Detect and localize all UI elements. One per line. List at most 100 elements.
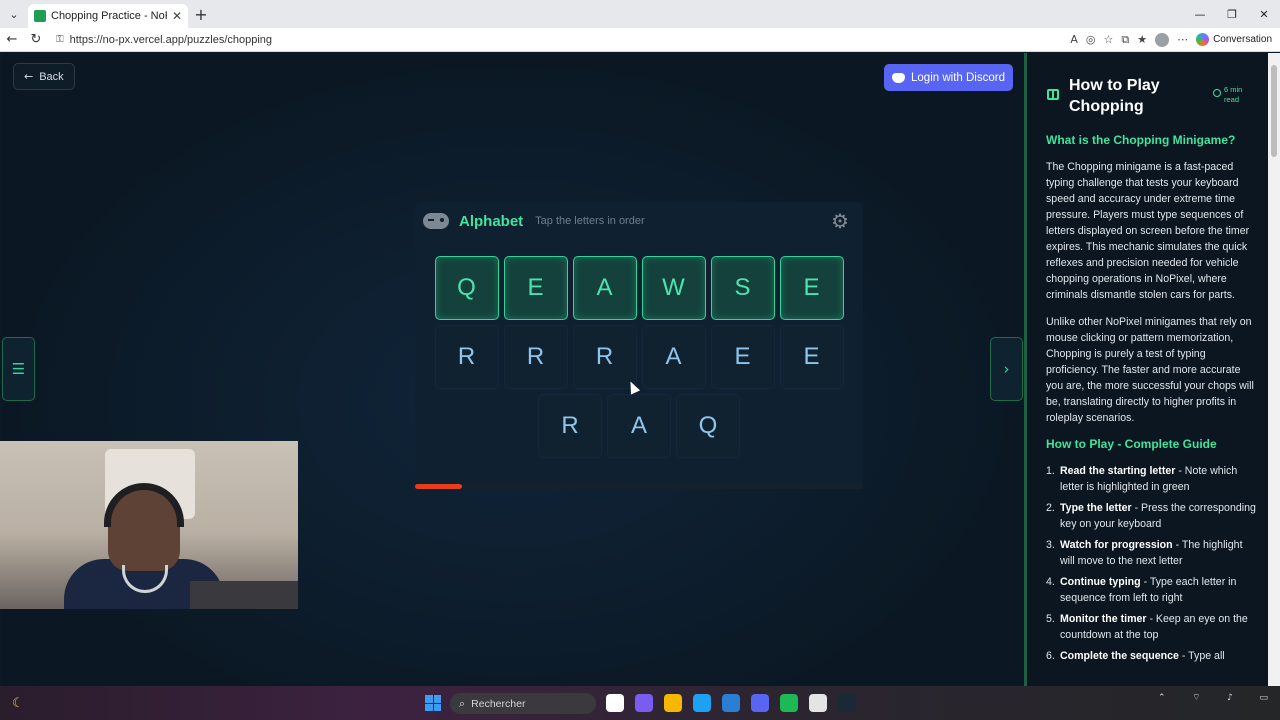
webcam-overlay [0,441,298,609]
letter-key[interactable]: E [779,325,844,389]
game-header: Alphabet Tap the letters in order ⚙ [423,210,855,232]
step-item: 2. Type the letter - Press the correspond… [1046,500,1258,532]
taskbar-app-icon[interactable] [664,694,682,712]
step-text: Type the letter - Press the correspondin… [1060,500,1258,532]
url-text: https://no-px.vercel.app/puzzles/choppin… [69,33,273,46]
extensions-icon[interactable]: ⧉ [1121,33,1129,47]
game-title: Alphabet [459,212,524,230]
battery-icon[interactable]: ▭ [1259,693,1268,703]
close-window-icon[interactable]: ✕ [1248,0,1280,28]
sidebar-content: What is the Chopping Minigame? The Chopp… [1046,133,1258,669]
letter-key[interactable]: Q [434,256,499,320]
step-title: Read the starting letter [1060,465,1176,477]
letter-key[interactable]: E [710,325,775,389]
windows-logo-icon [433,695,441,703]
close-tab-icon[interactable]: ✕ [172,9,182,23]
taskbar-app-icon[interactable] [751,694,769,712]
book-icon [1047,89,1059,100]
profile-avatar[interactable] [1155,32,1170,47]
step-description: - Type all [1178,650,1225,662]
favorites-list-icon[interactable]: ★ [1137,33,1147,46]
timer-bar-fill [415,484,463,489]
minimize-icon[interactable]: — [1184,0,1216,28]
step-number: 4. [1046,576,1055,588]
letter-row: RRRAEE [415,325,863,389]
section-heading: How to Play - Complete Guide [1046,437,1217,451]
step-item: 6. Complete the sequence - Type all [1046,648,1258,664]
taskbar-app-icon[interactable] [635,694,653,712]
back-nav-icon[interactable]: ← [0,32,24,47]
step-item: 5. Monitor the timer - Keep an eye on the… [1046,611,1258,643]
windows-taskbar: ☾ ⌕ Rechercher ⌃ ⌔ ♪ ▭ [0,686,1280,720]
sidebar-header: How to Play Chopping 6 min read [1047,75,1263,119]
discord-label: Login with Discord [911,71,1005,84]
letter-key[interactable]: R [503,325,568,389]
game-subtitle: Tap the letters in order [535,215,645,227]
start-button[interactable] [425,695,441,711]
open-menu-button[interactable]: ☰ [2,337,35,401]
windows-logo-icon [425,695,433,703]
more-options-icon[interactable]: ⋯ [1177,33,1188,46]
letter-key[interactable]: Q [676,394,740,458]
moon-icon: ☾ [12,695,24,711]
scrollbar-thumb[interactable] [1271,65,1277,157]
taskbar-app-icon[interactable] [809,694,827,712]
windows-logo-icon [433,703,441,711]
tab-actions-menu[interactable]: ⌄ [0,0,28,28]
letter-key[interactable]: S [710,256,775,320]
restore-icon[interactable]: ❐ [1216,0,1248,28]
pinned-apps [606,694,856,712]
letter-key[interactable]: E [503,256,568,320]
url-field[interactable]: ⚿ https://no-px.vercel.app/puzzles/chopp… [56,34,1070,46]
refresh-icon[interactable]: ↻ [24,32,48,47]
login-discord-button[interactable]: Login with Discord [884,64,1013,91]
letter-key[interactable]: E [779,256,844,320]
paragraph: Unlike other NoPixel minigames that rely… [1046,316,1254,424]
weather-widget[interactable]: ☾ [0,696,90,711]
back-button[interactable]: ← Back [13,63,75,90]
letter-key[interactable]: R [538,394,602,458]
taskbar-app-icon[interactable] [606,694,624,712]
gamepad-icon [423,213,449,229]
network-icon[interactable]: ⌔ [1192,692,1200,703]
timer-bar [415,484,863,489]
taskbar-search[interactable]: ⌕ Rechercher [450,693,596,714]
search-icon: ⌕ [459,696,466,710]
next-panel-button[interactable]: › [990,337,1023,401]
letter-key[interactable]: A [572,256,637,320]
taskbar-app-icon[interactable] [838,694,856,712]
windows-logo-icon [425,703,433,711]
arrow-left-icon: ← [24,70,34,83]
letter-key[interactable]: R [434,325,499,389]
step-title: Complete the sequence [1060,650,1179,662]
reader-icon[interactable]: ◎ [1086,33,1096,46]
webcam-desk [190,581,298,609]
step-text: Read the starting letter - Note which le… [1060,463,1258,495]
site-info-icon[interactable]: ⚿ [56,34,64,45]
copilot-conversation-button[interactable]: Conversation [1196,33,1272,46]
favorite-star-icon[interactable]: ☆ [1103,33,1113,46]
letter-key[interactable]: W [641,256,706,320]
letter-key[interactable]: R [572,325,637,389]
new-tab-button[interactable]: + [188,5,214,24]
step-number: 3. [1046,539,1055,551]
translate-icon[interactable]: A [1070,33,1078,46]
tab-title: Chopping Practice - NoPixel 4 [51,10,167,22]
taskbar-app-icon[interactable] [780,694,798,712]
letter-key[interactable]: A [641,325,706,389]
step-text: Watch for progression - The highlight wi… [1060,537,1258,569]
taskbar-app-icon[interactable] [693,694,711,712]
volume-icon[interactable]: ♪ [1227,693,1233,703]
chevron-up-icon[interactable]: ⌃ [1158,693,1166,703]
page-scrollbar[interactable] [1268,53,1280,686]
read-time-badge: 6 min read [1213,85,1250,105]
sidebar-title: How to Play Chopping [1069,77,1160,115]
gear-icon[interactable]: ⚙ [831,210,849,232]
search-placeholder: Rechercher [471,697,526,710]
letter-key[interactable]: A [607,394,671,458]
taskbar-app-icon[interactable] [722,694,740,712]
browser-tab[interactable]: Chopping Practice - NoPixel 4 ✕ [28,4,188,28]
chevron-right-icon: › [1003,360,1010,378]
hamburger-icon: ☰ [11,360,26,378]
read-time-text: 6 min read [1224,85,1243,104]
